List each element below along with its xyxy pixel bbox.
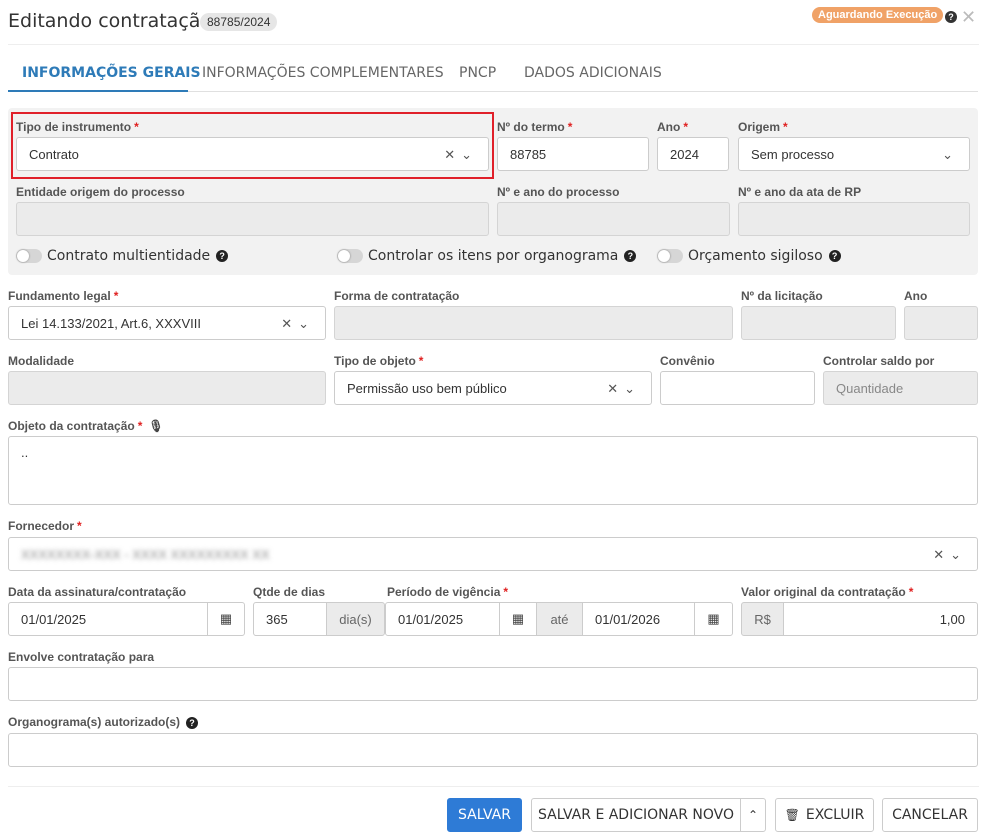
id-badge: 88785/2024 — [200, 13, 278, 31]
periodo-vigencia-label: Período de vigência * — [387, 585, 509, 599]
envolve-select[interactable] — [8, 667, 978, 701]
save-and-new-button[interactable]: SALVAR E ADICIONAR NOVO — [531, 798, 741, 832]
envolve-label: Envolve contratação para — [8, 650, 155, 664]
valor-original-label: Valor original da contratação * — [741, 585, 914, 599]
numero-processo-input — [497, 202, 730, 236]
data-assinatura-input[interactable]: 01/01/2025 — [8, 602, 208, 636]
ano-licitacao-input — [904, 306, 978, 340]
chevron-down-icon[interactable]: ⌄ — [942, 147, 959, 163]
numero-licitacao-input — [741, 306, 896, 340]
tab-bar: INFORMAÇÕES GERAIS INFORMAÇÕES COMPLEMEN… — [8, 56, 978, 92]
help-icon[interactable]: ? — [216, 249, 229, 262]
ano-label: Ano * — [657, 120, 688, 134]
objeto-textarea[interactable]: .. — [8, 436, 978, 505]
help-icon[interactable]: ? — [945, 11, 957, 23]
chevron-up-icon[interactable]: ⌃ — [740, 798, 766, 832]
controlar-saldo-label: Controlar saldo por — [823, 354, 935, 368]
tab-informacoes-complementares[interactable]: INFORMAÇÕES COMPLEMENTARES — [202, 65, 444, 81]
delete-button[interactable]: 🗑 EXCLUIR — [775, 798, 874, 832]
modalidade-label: Modalidade — [8, 354, 75, 368]
forma-contratacao-label: Forma de contratação — [334, 289, 460, 303]
highlight-box — [11, 112, 494, 179]
toggle-switch[interactable] — [337, 248, 363, 263]
tab-dados-adicionais[interactable]: DADOS ADICIONAIS — [524, 65, 662, 81]
toggle-switch[interactable] — [16, 248, 42, 263]
calendar-icon[interactable]: ▦ — [694, 602, 733, 636]
clear-chevron-icon[interactable]: ✕⌄ — [933, 547, 967, 563]
active-tab-indicator — [8, 90, 188, 92]
numero-termo-input[interactable]: 88785 — [497, 137, 649, 171]
ate-separator: até — [536, 602, 583, 636]
toggle-multientidade[interactable]: Contrato multientidade? — [16, 247, 229, 264]
vigencia-end-input[interactable]: 01/01/2026 — [582, 602, 695, 636]
organogramas-select[interactable] — [8, 733, 978, 767]
clear-chevron-icon[interactable]: ✕⌄ — [281, 316, 315, 332]
numero-licitacao-label: Nº da licitação — [741, 289, 823, 303]
tipo-objeto-label: Tipo de objeto * — [334, 354, 424, 368]
tab-pncp[interactable]: PNCP — [459, 65, 496, 81]
divider — [8, 786, 979, 787]
page-title: Editando contratação — [8, 10, 213, 32]
fornecedor-label: Fornecedor * — [8, 519, 82, 533]
trash-icon: 🗑 — [784, 808, 800, 822]
objeto-label: Objeto da contratação * 🎙 — [8, 419, 164, 433]
convenio-input[interactable] — [660, 371, 815, 405]
origem-select[interactable]: Sem processo ⌄ — [738, 137, 970, 171]
entidade-origem-input — [16, 202, 489, 236]
data-assinatura-label: Data da assinatura/contratação — [8, 585, 187, 599]
vigencia-start-input[interactable]: 01/01/2025 — [385, 602, 500, 636]
fornecedor-select[interactable]: XXXXXXXX-XXX - XXXX XXXXXXXXX XX ✕⌄ — [8, 537, 978, 571]
origem-label: Origem * — [738, 120, 788, 134]
divider — [8, 44, 979, 45]
microphone-icon[interactable]: 🎙 — [148, 419, 163, 433]
help-icon[interactable]: ? — [624, 249, 637, 262]
numero-ata-input — [738, 202, 970, 236]
clear-chevron-icon[interactable]: ✕⌄ — [607, 381, 641, 397]
organogramas-label: Organograma(s) autorizado(s)? — [8, 715, 199, 729]
numero-termo-label: Nº do termo * — [497, 120, 573, 134]
numero-ata-label: Nº e ano da ata de RP — [738, 185, 862, 199]
currency-addon: R$ — [741, 602, 784, 636]
fundamento-legal-select[interactable]: Lei 14.133/2021, Art.6, XXXVIII ✕⌄ — [8, 306, 326, 340]
ano-input[interactable]: 2024 — [657, 137, 729, 171]
close-icon[interactable]: ✕ — [961, 8, 976, 26]
forma-contratacao-input — [334, 306, 733, 340]
numero-processo-label: Nº e ano do processo — [497, 185, 620, 199]
qtde-dias-label: Qtde de dias — [253, 585, 326, 599]
toggle-sigiloso[interactable]: Orçamento sigiloso? — [657, 247, 841, 264]
status-badge: Aguardando Execução — [812, 7, 944, 23]
tab-informacoes-gerais[interactable]: INFORMAÇÕES GERAIS — [22, 65, 201, 81]
tipo-objeto-select[interactable]: Permissão uso bem público ✕⌄ — [334, 371, 652, 405]
calendar-icon[interactable]: ▦ — [499, 602, 537, 636]
ano-licitacao-label: Ano — [904, 289, 928, 303]
fundamento-legal-label: Fundamento legal * — [8, 289, 119, 303]
qtde-dias-input[interactable]: 365 — [253, 602, 327, 636]
dias-unit: dia(s) — [326, 602, 385, 636]
save-button[interactable]: SALVAR — [447, 798, 522, 832]
entidade-origem-label: Entidade origem do processo — [16, 185, 185, 199]
help-icon[interactable]: ? — [186, 716, 199, 729]
convenio-label: Convênio — [660, 354, 715, 368]
cancel-button[interactable]: CANCELAR — [882, 798, 978, 832]
help-icon[interactable]: ? — [828, 249, 841, 262]
toggle-organograma[interactable]: Controlar os itens por organograma? — [337, 247, 637, 264]
calendar-icon[interactable]: ▦ — [207, 602, 245, 636]
controlar-saldo-input: Quantidade — [823, 371, 978, 405]
modalidade-input — [8, 371, 326, 405]
toggle-switch[interactable] — [657, 248, 683, 263]
valor-original-input[interactable]: 1,00 — [783, 602, 978, 636]
